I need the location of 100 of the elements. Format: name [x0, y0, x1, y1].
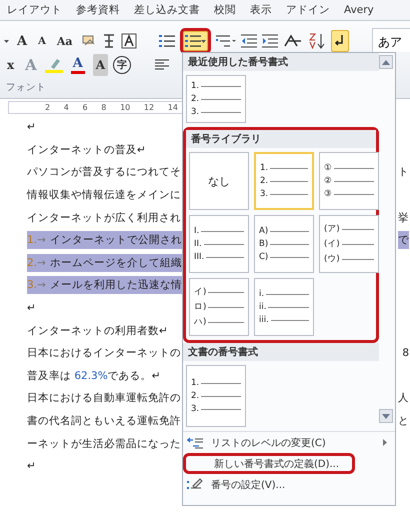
numbering-option[interactable]: ① ② ③	[319, 152, 379, 210]
ruler-number: 4	[64, 103, 69, 112]
numbering-button[interactable]	[180, 28, 211, 54]
scroll-up-icon[interactable]	[382, 60, 390, 64]
superscript-button[interactable]: x	[4, 54, 18, 76]
ruler-number: 12	[144, 103, 154, 112]
ribbon-tab[interactable]: 差し込み文書	[127, 3, 207, 17]
menu-item[interactable]: リストのレベルの変更(C)	[183, 432, 395, 453]
ribbon-tab[interactable]: 校閲	[207, 3, 243, 17]
color-bar	[70, 71, 85, 74]
group-label: フォント	[5, 81, 46, 94]
body-text: 8	[402, 346, 409, 362]
number-label: ③	[324, 189, 332, 199]
number-label: A)	[259, 226, 268, 236]
sort-icon[interactable]	[308, 33, 326, 49]
body-text: インターネットの普及↵	[27, 142, 146, 158]
number-label: 2.	[191, 94, 200, 104]
menu-item[interactable]: 新しい番号書式の定義(D)...	[183, 453, 355, 474]
body-text: インターネットの利用者数↵	[27, 324, 168, 339]
submenu-arrow-icon	[383, 439, 387, 446]
scroll-down-icon[interactable]	[382, 414, 390, 418]
body-text: ↵	[27, 120, 36, 136]
number-label: B)	[259, 239, 268, 249]
number-label: i.	[259, 289, 264, 299]
number-label: III.	[194, 252, 204, 262]
number-label: 2.	[191, 391, 200, 401]
body-text: 日本における自動車運転免許の	[27, 391, 181, 406]
body-text: 人	[398, 391, 409, 406]
body-text: パソコンが普及するにつれてそ	[27, 165, 181, 180]
vertical-text-icon[interactable]	[102, 33, 116, 49]
body-text: 1.→ インターネットで公開され	[27, 231, 182, 250]
paragraph-mark-icon	[334, 34, 346, 48]
number-label: 1.	[260, 163, 268, 173]
ruler-number: 8	[101, 103, 106, 112]
number-label: 1.	[191, 81, 200, 91]
body-text: ↵	[27, 459, 36, 474]
number-label: ii.	[259, 302, 266, 312]
decrease-indent-icon[interactable]	[240, 34, 257, 48]
body-text: ト	[398, 165, 409, 180]
body-text: 普及率は 62.3%である。↵	[27, 368, 161, 384]
numbering-option[interactable]: (ア) (イ) (ウ)	[319, 215, 379, 273]
option-label: なし	[208, 174, 230, 188]
number-label: (イ)	[324, 238, 340, 250]
style-preview[interactable]: あア	[372, 28, 410, 52]
number-label: (ウ)	[324, 253, 340, 265]
ruler-number: 10	[120, 103, 130, 112]
body-text: インターネットが広く利用され	[27, 210, 181, 226]
multilevel-list-icon[interactable]	[216, 34, 236, 48]
indent-arrows-icon	[187, 436, 203, 448]
body-text: 日本におけるインターネットの	[27, 346, 181, 362]
numbering-option[interactable]: 1. 2. 3.	[186, 75, 246, 123]
grow-font-button[interactable]: A	[14, 30, 30, 52]
menu-item[interactable]: 番号の設定(V)...	[183, 474, 395, 495]
bullet-list-icon	[158, 34, 175, 48]
change-case-button[interactable]: Aa	[54, 30, 76, 52]
char-shading-button[interactable]: A	[92, 54, 108, 76]
ribbon-tab[interactable]: アドイン	[279, 3, 337, 17]
numbering-option[interactable]: なし	[189, 152, 249, 210]
align-left-icon[interactable]	[155, 59, 170, 71]
numbering-option[interactable]: イ) ロ) ハ)	[189, 278, 249, 336]
number-label: ①	[324, 163, 332, 173]
numbering-option[interactable]: 1. 2. 3.	[186, 365, 246, 427]
increase-indent-icon[interactable]	[262, 34, 278, 48]
ribbon-tab[interactable]: 表示	[243, 3, 279, 17]
ruler-number: 14	[168, 103, 178, 112]
ribbon-tab[interactable]: Avery	[337, 4, 381, 16]
numbering-option[interactable]: A) B) C)	[254, 215, 314, 273]
number-label: 2.	[260, 176, 268, 186]
number-label: 3.	[260, 189, 268, 199]
caret-icon	[200, 40, 206, 42]
ruler-number: 6	[82, 103, 88, 112]
section-title: 最近使用した番号書式	[183, 53, 379, 71]
body-text: と	[398, 414, 409, 430]
enclosed-char-button[interactable]: 字	[113, 56, 132, 74]
shrink-font-button[interactable]: A	[35, 30, 49, 52]
body-text: 書の代名詞ともいえる運転免許	[27, 414, 181, 430]
show-marks-button[interactable]	[330, 30, 349, 52]
ribbon-tab[interactable]: 参考資料	[69, 3, 127, 17]
numbered-list-icon	[184, 34, 201, 48]
asian-layout-icon[interactable]	[282, 34, 303, 48]
body-text: ↵	[27, 301, 36, 316]
number-label: ハ)	[194, 316, 206, 328]
number-label: I.	[194, 226, 200, 236]
number-label: 3.	[191, 404, 200, 414]
number-label: 3.	[191, 107, 200, 117]
number-label: C)	[259, 252, 268, 262]
body-text: ーネットが生活必需品になった	[27, 436, 181, 452]
body-text: で	[398, 231, 409, 250]
numbering-option[interactable]: I. II. III.	[189, 215, 249, 273]
section-title: 番号ライブラリ	[186, 130, 376, 148]
number-label: ②	[324, 176, 332, 186]
ribbon-tab[interactable]: レイアウト	[0, 3, 69, 17]
bordered-text-icon[interactable]	[120, 33, 137, 49]
body-text: 2.→ ホームページを介して組織	[27, 254, 182, 272]
font-color-button[interactable]: A	[68, 54, 88, 76]
numbering-option[interactable]: 1. 2. 3.	[254, 152, 314, 210]
number-label: ロ)	[194, 301, 206, 313]
numbering-option[interactable]: i. ii. iii.	[254, 278, 314, 336]
ruler-number: 2	[45, 103, 50, 112]
pencil-list-icon	[187, 478, 203, 492]
